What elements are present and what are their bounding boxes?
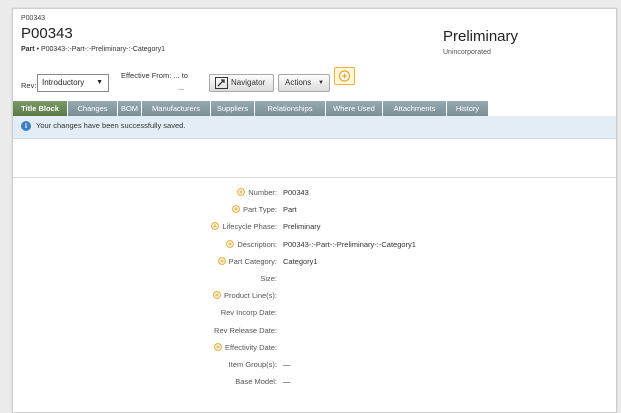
tab-relationships[interactable]: Relationships xyxy=(255,101,326,116)
page-subtitle: Part • P00343-:-Part-:-Preliminary-:-Cat… xyxy=(21,46,165,53)
field-label: Rev Incorp Date: xyxy=(221,308,277,317)
rev-select[interactable]: Introductory ▼ xyxy=(37,74,109,92)
field-label: Part Category: xyxy=(217,256,277,266)
info-icon: i xyxy=(21,121,31,131)
field-label-text: Base Model: xyxy=(235,377,277,387)
field-label: Number: xyxy=(237,188,277,197)
page-title: P00343 xyxy=(21,25,73,42)
field-row: Part Type: Part xyxy=(13,205,616,219)
field-label: Rev Release Date: xyxy=(214,326,277,335)
field-label: Lifecycle Phase: xyxy=(211,222,277,231)
message-text: Your changes have been successfully save… xyxy=(36,121,186,130)
field-label: Description: xyxy=(226,240,277,249)
edit-icon[interactable] xyxy=(237,188,246,196)
field-label-text: Size: xyxy=(260,274,277,283)
field-label: Base Model: xyxy=(235,377,277,386)
tab-attachments[interactable]: Attachments xyxy=(383,101,447,116)
field-label: Size: xyxy=(260,274,277,283)
field-label-text: Lifecycle Phase: xyxy=(222,222,277,232)
field-row: Rev Incorp Date: xyxy=(13,308,616,322)
rev-label: Rev: xyxy=(21,81,37,90)
tab-history[interactable]: History xyxy=(447,101,489,116)
chevron-down-icon: ▼ xyxy=(318,80,324,86)
field-label-text: Effectivity Date: xyxy=(225,342,277,352)
field-row: Lifecycle Phase: Preliminary xyxy=(13,222,616,236)
chevron-down-icon: ▼ xyxy=(96,79,103,86)
field-value: P00343 xyxy=(283,188,309,197)
field-row: Size: xyxy=(13,274,616,288)
tab-where-used[interactable]: Where Used xyxy=(326,101,383,116)
tab-manufacturers[interactable]: Manufacturers xyxy=(142,101,211,116)
navigator-button[interactable]: Navigator xyxy=(209,74,274,92)
field-value: — xyxy=(283,360,291,369)
tab-suppliers[interactable]: Suppliers xyxy=(211,101,255,116)
edit-icon[interactable] xyxy=(217,256,226,265)
field-row: Part Category: Category1 xyxy=(13,257,616,271)
field-value: Part xyxy=(283,205,297,215)
field-label-text: Rev Release Date: xyxy=(214,325,277,335)
field-value: Category1 xyxy=(283,256,318,266)
field-row: Product Line(s): xyxy=(13,291,616,305)
field-label-text: Item Group(s): xyxy=(228,360,277,369)
navigator-icon xyxy=(215,77,228,89)
field-row: Item Group(s): — xyxy=(13,360,616,374)
effective-range-end: ... xyxy=(178,83,185,92)
field-row: Base Model: — xyxy=(13,377,616,391)
field-value: P00343-:-Part-:-Preliminary-:-Category1 xyxy=(283,239,416,249)
tab-changes[interactable]: Changes xyxy=(68,101,118,116)
field-label-text: Part Type: xyxy=(242,205,277,215)
field-label-text: Number: xyxy=(248,188,277,197)
field-value: — xyxy=(283,377,291,387)
rev-select-value: Introductory xyxy=(42,78,85,87)
edit-icon[interactable] xyxy=(232,205,240,214)
field-label-text: Rev Incorp Date: xyxy=(220,308,277,318)
breadcrumb[interactable]: P00343 xyxy=(21,15,45,22)
item-detail-panel: P00343 P00343 Part • P00343-:-Part-:-Pre… xyxy=(12,8,617,413)
field-label-text: Part Category: xyxy=(228,256,277,266)
lifecycle-status: Preliminary xyxy=(443,28,519,45)
divider xyxy=(13,177,616,178)
field-label: Product Line(s): xyxy=(213,291,277,300)
field-row: Effectivity Date: xyxy=(13,343,616,357)
field-label: Item Group(s): xyxy=(229,360,277,369)
subtitle-type: Part xyxy=(21,46,35,53)
field-label-text: Description: xyxy=(237,239,277,249)
edit-icon[interactable] xyxy=(211,222,220,231)
actions-button[interactable]: Actions ▼ xyxy=(278,74,330,92)
field-label: Effectivity Date: xyxy=(214,343,277,352)
tab-title-block[interactable]: Title Block xyxy=(13,101,68,116)
edit-icon[interactable] xyxy=(214,342,222,351)
actions-label: Actions xyxy=(285,78,312,87)
edit-icon[interactable] xyxy=(213,291,221,300)
field-value: Preliminary xyxy=(283,222,321,232)
message-bar: i Your changes have been successfully sa… xyxy=(13,116,616,139)
add-button[interactable] xyxy=(334,67,355,85)
subtitle-detail: • P00343-:-Part-:-Preliminary-:-Category… xyxy=(36,46,166,53)
field-label-text: Product Line(s): xyxy=(224,291,277,301)
field-row: Number: P00343 xyxy=(13,188,616,202)
field-row: Description: P00343-:-Part-:-Preliminary-… xyxy=(13,240,616,254)
field-row: Rev Release Date: xyxy=(13,326,616,340)
add-icon xyxy=(338,70,351,82)
navigator-label: Navigator xyxy=(231,78,266,87)
incorporation-status: Unincorporated xyxy=(443,49,491,56)
tab-bom[interactable]: BOM xyxy=(118,101,142,116)
effective-range-label: Effective From: ... to xyxy=(121,71,188,80)
field-label: Part Type: xyxy=(232,205,277,214)
edit-icon[interactable] xyxy=(226,239,235,248)
tab-bar: Title Block Changes BOM Manufacturers Su… xyxy=(13,101,616,116)
